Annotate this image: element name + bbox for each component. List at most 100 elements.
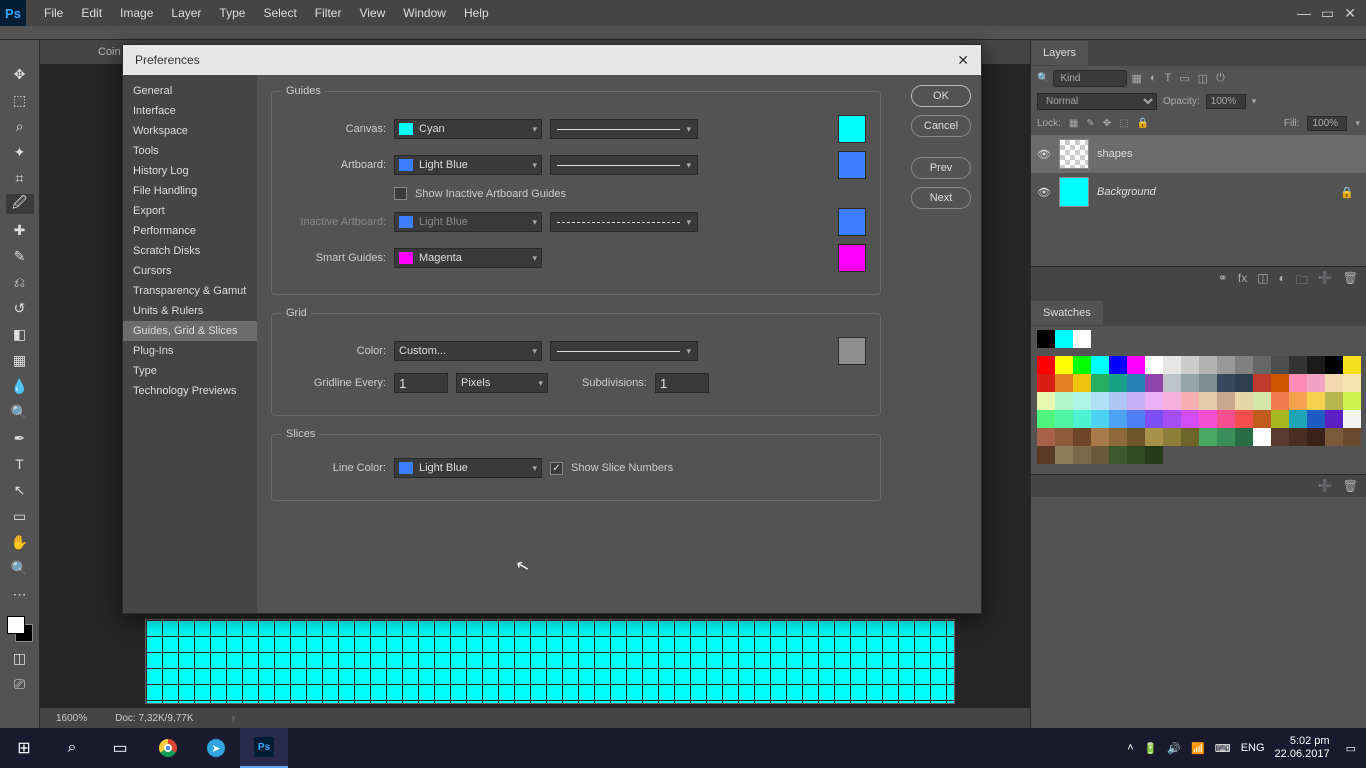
swatch[interactable] (1235, 356, 1253, 374)
start-button[interactable]: ⊞ (0, 728, 48, 768)
pref-category[interactable]: Guides, Grid & Slices (123, 321, 257, 341)
layer-row[interactable]: 👁 shapes (1031, 135, 1366, 173)
shape-tool-icon[interactable]: ▭ (6, 506, 34, 526)
wand-tool-icon[interactable]: ✦ (6, 142, 34, 162)
layer-name[interactable]: Background (1097, 186, 1156, 198)
swatch[interactable] (1343, 428, 1361, 446)
swatch[interactable] (1271, 410, 1289, 428)
swatch[interactable] (1127, 356, 1145, 374)
swatch[interactable] (1325, 410, 1343, 428)
menu-image[interactable]: Image (120, 6, 153, 20)
swatch[interactable] (1163, 374, 1181, 392)
stamp-tool-icon[interactable]: ⎌ (6, 272, 34, 292)
move-tool-icon[interactable]: ✥ (6, 64, 34, 84)
pref-category[interactable]: General (123, 81, 257, 101)
layer-thumbnail[interactable] (1059, 177, 1089, 207)
zoom-tool-icon[interactable]: 🔍 (6, 558, 34, 578)
swatch[interactable] (1271, 374, 1289, 392)
pref-category[interactable]: History Log (123, 161, 257, 181)
filter-shape-icon[interactable]: ▭ (1179, 72, 1189, 85)
trash-icon[interactable]: 🗑 (1343, 479, 1358, 493)
zoom-level[interactable]: 1600% (56, 713, 87, 724)
prev-button[interactable]: Prev (911, 157, 971, 179)
slice-color-select[interactable]: Light Blue▾ (394, 458, 542, 478)
trash-icon[interactable]: 🗑 (1343, 271, 1358, 292)
swatch[interactable] (1091, 392, 1109, 410)
notifications-icon[interactable]: ▭ (1346, 742, 1356, 755)
telegram-icon[interactable]: ➤ (192, 728, 240, 768)
swatch[interactable] (1055, 428, 1073, 446)
filter-adjust-icon[interactable]: ◐ (1150, 72, 1157, 85)
swatch[interactable] (1199, 356, 1217, 374)
blend-mode-select[interactable]: Normal (1037, 93, 1157, 110)
swatch[interactable] (1055, 356, 1073, 374)
swatch[interactable] (1109, 374, 1127, 392)
visibility-icon[interactable]: 👁 (1037, 148, 1051, 161)
swatch[interactable] (1073, 356, 1091, 374)
search-icon[interactable]: ⌕ (48, 728, 96, 768)
swatch[interactable] (1127, 374, 1145, 392)
layers-tab[interactable]: Layers (1031, 41, 1088, 65)
swatch[interactable] (1163, 410, 1181, 428)
swatch[interactable] (1235, 428, 1253, 446)
screenmode-icon[interactable]: ⎚ (6, 674, 34, 694)
swatch[interactable] (1289, 356, 1307, 374)
pref-category[interactable]: File Handling (123, 181, 257, 201)
layer-thumbnail[interactable] (1059, 139, 1089, 169)
swatch[interactable] (1109, 446, 1127, 464)
swatch[interactable] (1307, 356, 1325, 374)
swatch[interactable] (1199, 410, 1217, 428)
gridline-unit-select[interactable]: Pixels▾ (456, 373, 548, 393)
pref-category[interactable]: Cursors (123, 261, 257, 281)
swatch[interactable] (1289, 428, 1307, 446)
canvas-color-preview[interactable] (838, 115, 866, 143)
path-tool-icon[interactable]: ↖ (6, 480, 34, 500)
swatch[interactable] (1217, 392, 1235, 410)
swatch[interactable] (1037, 374, 1055, 392)
grid-style-select[interactable]: ▾ (550, 341, 698, 361)
swatch[interactable] (1217, 428, 1235, 446)
lasso-tool-icon[interactable]: ⌕ (6, 116, 34, 136)
brush-tool-icon[interactable]: ✎ (6, 246, 34, 266)
swatch[interactable] (1289, 410, 1307, 428)
swatch[interactable] (1289, 374, 1307, 392)
swatch[interactable] (1217, 356, 1235, 374)
pref-category[interactable]: Technology Previews (123, 381, 257, 401)
swatch[interactable] (1091, 428, 1109, 446)
fg-bg-colors[interactable] (7, 616, 33, 642)
swatch[interactable] (1145, 428, 1163, 446)
lock-all-icon[interactable]: 🔒 (1137, 118, 1149, 129)
artboard-style-select[interactable]: ▾ (550, 155, 698, 175)
marquee-tool-icon[interactable]: ⬚ (6, 90, 34, 110)
swatch[interactable] (1217, 410, 1235, 428)
show-slice-numbers-checkbox[interactable]: ✓ (550, 462, 563, 475)
swatch[interactable] (1163, 428, 1181, 446)
swatch[interactable] (1235, 374, 1253, 392)
swatch[interactable] (1343, 410, 1361, 428)
swatch[interactable] (1199, 428, 1217, 446)
pref-category[interactable]: Plug-Ins (123, 341, 257, 361)
mask-icon[interactable]: ◫ (1257, 271, 1268, 292)
pen-tool-icon[interactable]: ✒ (6, 428, 34, 448)
pref-category[interactable]: Transparency & Gamut (123, 281, 257, 301)
chevron-right-icon[interactable]: › (232, 713, 235, 724)
swatch[interactable] (1073, 392, 1091, 410)
smart-color-select[interactable]: Magenta▾ (394, 248, 542, 268)
swatch[interactable] (1037, 428, 1055, 446)
link-icon[interactable]: ⚭ (1218, 271, 1228, 292)
swatch[interactable] (1181, 428, 1199, 446)
menu-window[interactable]: Window (403, 6, 446, 20)
language-indicator[interactable]: ENG (1241, 742, 1265, 754)
swatch[interactable] (1199, 374, 1217, 392)
swatch[interactable] (1037, 410, 1055, 428)
swatch[interactable] (1343, 392, 1361, 410)
pref-category[interactable]: Type (123, 361, 257, 381)
hand-tool-icon[interactable]: ✋ (6, 532, 34, 552)
pref-category[interactable]: Performance (123, 221, 257, 241)
eyedropper-tool-icon[interactable]: 🖉 (6, 194, 34, 214)
swatch[interactable] (1037, 392, 1055, 410)
swatch[interactable] (1253, 356, 1271, 374)
swatch[interactable] (1307, 428, 1325, 446)
crop-tool-icon[interactable]: ⌗ (6, 168, 34, 188)
swatch[interactable] (1307, 392, 1325, 410)
